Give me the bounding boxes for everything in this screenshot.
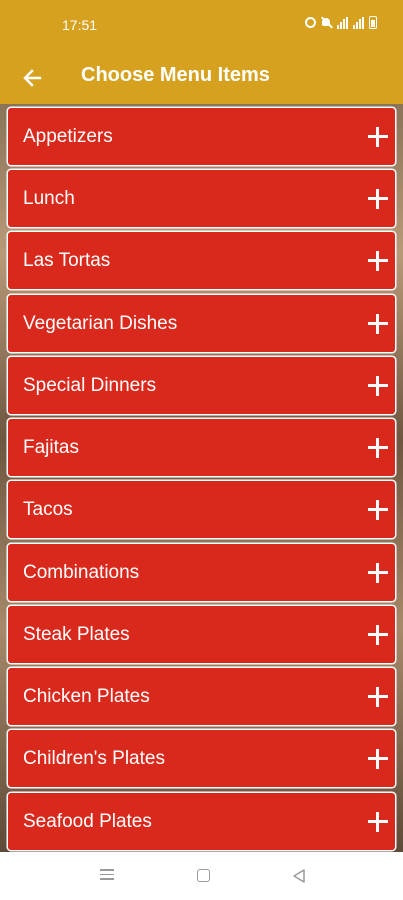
plus-icon[interactable] [368, 748, 388, 769]
signal-icon [353, 16, 364, 29]
menu-item-label: Las Tortas [23, 249, 111, 271]
system-nav-bar [0, 852, 403, 900]
menu-item-combinations[interactable]: Combinations [8, 544, 395, 601]
plus-icon[interactable] [368, 313, 388, 334]
battery-icon [369, 16, 377, 29]
menu-icon[interactable] [96, 866, 118, 886]
plus-icon[interactable] [368, 624, 388, 645]
plus-icon[interactable] [368, 499, 388, 520]
status-bar: 17:51 [0, 0, 403, 52]
menu-item-fajitas[interactable]: Fajitas [8, 419, 395, 476]
menu-item-steak-plates[interactable]: Steak Plates [8, 606, 395, 663]
menu-item-special-dinners[interactable]: Special Dinners [8, 357, 395, 414]
plus-icon[interactable] [368, 375, 388, 396]
status-time: 17:51 [62, 17, 98, 33]
menu-item-label: Fajitas [23, 436, 79, 458]
plus-icon[interactable] [368, 811, 388, 832]
menu-item-vegetarian-dishes[interactable]: Vegetarian Dishes [8, 295, 395, 352]
menu-content[interactable]: Appetizers Lunch Las Tortas Vegetarian D… [0, 104, 403, 852]
back-button[interactable] [14, 60, 50, 96]
plus-icon[interactable] [368, 562, 388, 583]
page-title: Choose Menu Items [81, 64, 270, 86]
mute-icon [321, 17, 332, 28]
alarm-icon [305, 17, 316, 28]
app-bar: Choose Menu Items [0, 52, 403, 104]
plus-icon[interactable] [368, 188, 388, 209]
menu-item-las-tortas[interactable]: Las Tortas [8, 232, 395, 289]
menu-item-seafood-plates[interactable]: Seafood Plates [8, 793, 395, 850]
menu-item-lunch[interactable]: Lunch [8, 170, 395, 227]
menu-item-label: Children's Plates [23, 747, 165, 769]
arrow-left-icon [23, 69, 42, 87]
back-triangle-icon[interactable] [288, 866, 310, 886]
menu-item-label: Chicken Plates [23, 685, 150, 707]
menu-item-label: Appetizers [23, 125, 113, 147]
plus-icon[interactable] [368, 126, 388, 147]
menu-item-label: Steak Plates [23, 623, 130, 645]
status-icons [305, 16, 377, 29]
menu-item-label: Lunch [23, 187, 75, 209]
home-icon[interactable] [192, 866, 214, 886]
menu-item-childrens-plates[interactable]: Children's Plates [8, 730, 395, 787]
plus-icon[interactable] [368, 437, 388, 458]
menu-item-label: Combinations [23, 561, 140, 583]
menu-item-label: Vegetarian Dishes [23, 312, 178, 334]
plus-icon[interactable] [368, 250, 388, 271]
menu-item-label: Special Dinners [23, 374, 157, 396]
menu-item-tacos[interactable]: Tacos [8, 481, 395, 538]
signal-icon [337, 16, 348, 29]
plus-icon[interactable] [368, 686, 388, 707]
menu-item-label: Seafood Plates [23, 810, 152, 832]
menu-item-label: Tacos [23, 498, 73, 520]
menu-item-chicken-plates[interactable]: Chicken Plates [8, 668, 395, 725]
menu-item-appetizers[interactable]: Appetizers [8, 108, 395, 165]
